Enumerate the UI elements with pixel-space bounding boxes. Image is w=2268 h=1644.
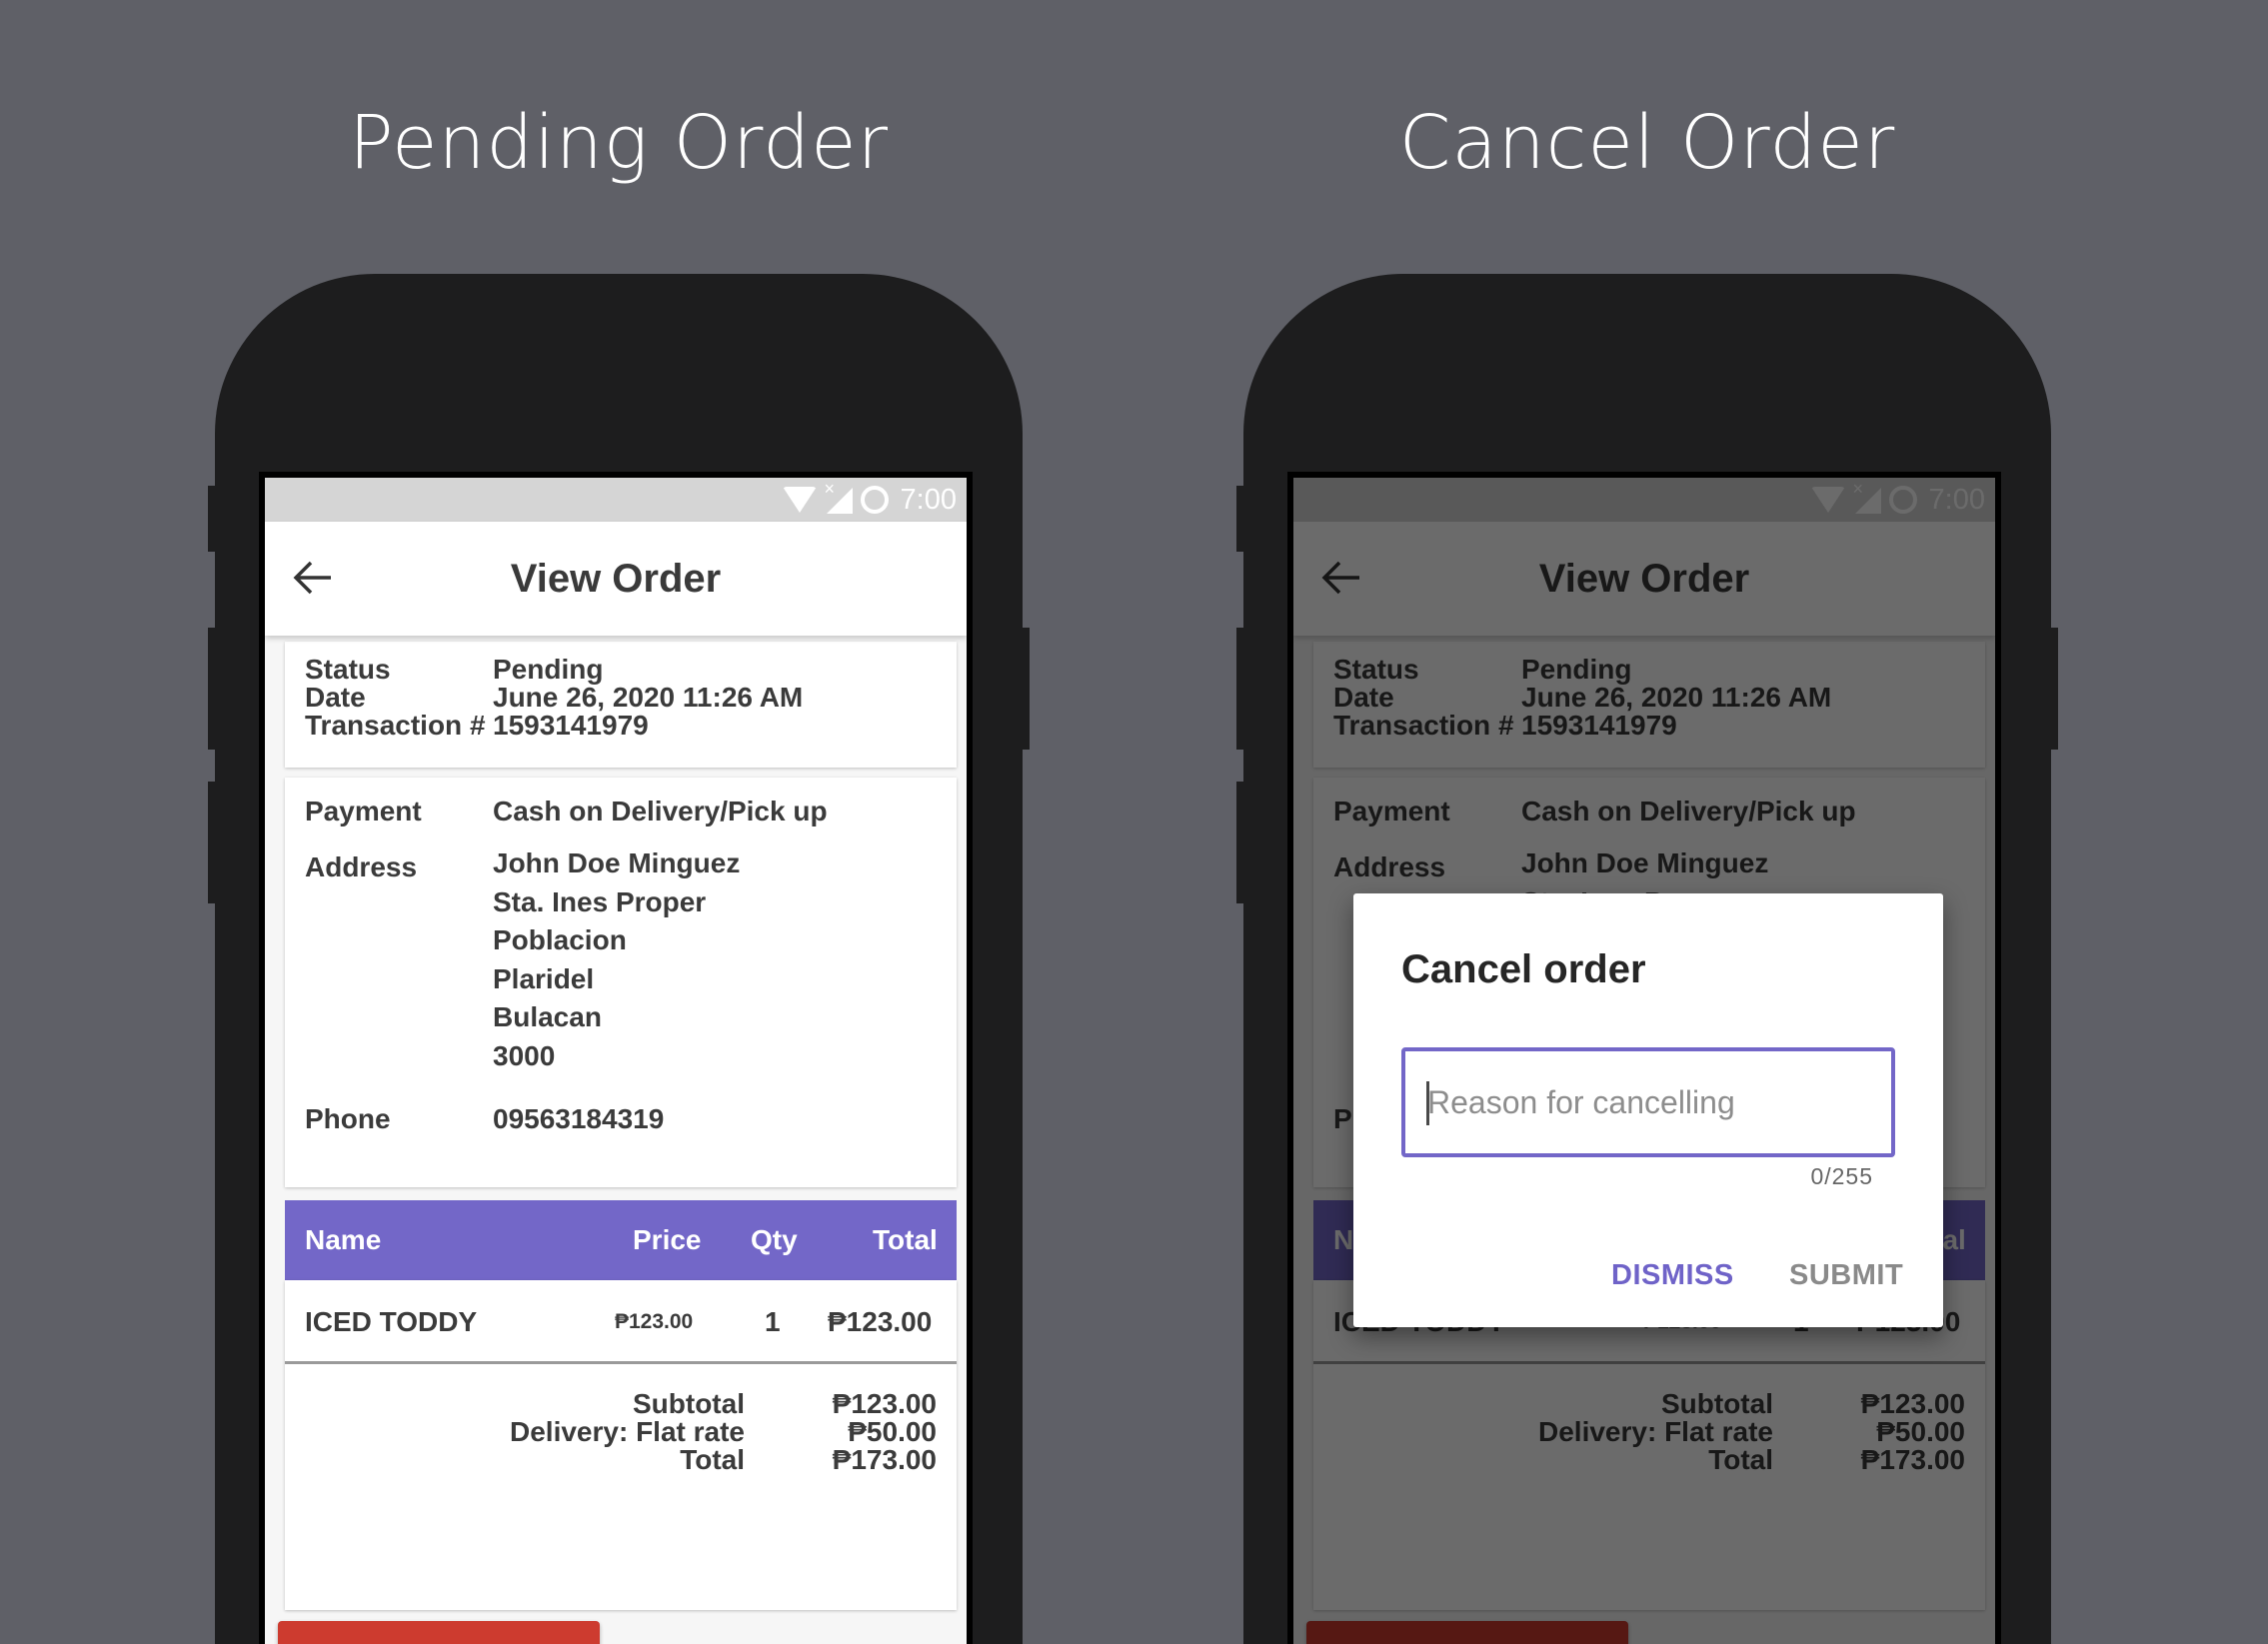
- item-name: ICED TODDY: [305, 1306, 478, 1337]
- character-counter: 0/255: [1810, 1163, 1873, 1189]
- phone-side-button: [208, 628, 215, 750]
- transaction-value: 1593141979: [493, 710, 649, 741]
- column-header-qty: Qty: [751, 1224, 798, 1255]
- app-bar: View Order: [265, 522, 967, 636]
- transaction-label: Transaction #: [305, 710, 486, 741]
- phone-side-button: [1236, 486, 1243, 552]
- dismiss-button[interactable]: DISMISS: [1611, 1259, 1734, 1292]
- phone-side-button: [2051, 628, 2058, 750]
- total-value: ₱173.00: [832, 1444, 937, 1475]
- wifi-icon: [782, 487, 817, 513]
- signal-icon: ×: [825, 480, 853, 514]
- view-order-screen: × 7:00 View Order Status Pending Date Ju…: [1293, 478, 1995, 1644]
- cancel-order-button[interactable]: CANCEL ORDER: [278, 1621, 600, 1644]
- payment-value: Cash on Delivery/Pick up: [493, 796, 828, 826]
- order-summary-card: Status Pending Date June 26, 2020 11:26 …: [285, 642, 957, 768]
- delivery-details-card: Payment Cash on Delivery/Pick up Address…: [285, 778, 957, 1187]
- address-line: John Doe Minguez: [493, 847, 741, 878]
- phone-label: Phone: [305, 1103, 391, 1134]
- item-qty: 1: [765, 1306, 781, 1337]
- phone-side-button: [1236, 628, 1243, 750]
- phone-frame-pending: × 7:00 View Order Status Pending Date Ju…: [208, 274, 1030, 1644]
- submit-button[interactable]: SUBMIT: [1789, 1259, 1903, 1292]
- phone-value: 09563184319: [493, 1103, 665, 1134]
- phone-screen: × 7:00 View Order Status Pending Date Ju…: [1287, 472, 2001, 1644]
- address-label: Address: [305, 851, 418, 882]
- address-line: 3000: [493, 1039, 556, 1071]
- address-line: Plaridel: [493, 962, 595, 994]
- phone-side-button: [1236, 782, 1243, 903]
- status-bar: × 7:00: [265, 478, 967, 522]
- items-table: ICED TODDY ₱123.00 1 ₱123.00 Subtotal ₱1…: [285, 1280, 957, 1610]
- cancel-reason-input[interactable]: [1401, 1047, 1895, 1157]
- column-header-name: Name: [305, 1224, 382, 1255]
- payment-label: Payment: [305, 796, 422, 826]
- address-line: Poblacion: [493, 924, 627, 955]
- item-price: ₱123.00: [615, 1310, 694, 1333]
- status-time: 7:00: [900, 483, 957, 516]
- address-line: Sta. Ines Proper: [493, 885, 707, 917]
- view-order-screen: × 7:00 View Order Status Pending Date Ju…: [265, 478, 967, 1644]
- back-arrow-icon[interactable]: [293, 560, 333, 596]
- cancel-order-dialog: Cancel order 0/255 DISMISS SUBMIT: [1353, 893, 1943, 1327]
- text-cursor: [1426, 1081, 1429, 1125]
- address-value: John Doe Minguez Sta. Ines Proper Poblac…: [493, 844, 740, 1075]
- panel-heading-cancel: Cancel Order: [1398, 100, 1896, 186]
- phone-screen: × 7:00 View Order Status Pending Date Ju…: [259, 472, 973, 1644]
- battery-icon: [860, 486, 889, 514]
- divider: [285, 1361, 957, 1364]
- items-table-header: Name Price Qty Total: [285, 1200, 957, 1280]
- total-label: Total: [680, 1444, 745, 1475]
- dialog-title: Cancel order: [1401, 947, 1646, 991]
- panel-heading-pending: Pending Order: [348, 100, 890, 186]
- page-title: View Order: [510, 556, 722, 601]
- phone-frame-cancel: × 7:00 View Order Status Pending Date Ju…: [1236, 274, 2058, 1644]
- column-header-total: Total: [873, 1224, 938, 1255]
- phone-side-button: [1023, 628, 1030, 750]
- phone-side-button: [208, 486, 215, 552]
- item-total: ₱123.00: [828, 1306, 933, 1337]
- column-header-price: Price: [633, 1224, 702, 1255]
- phone-side-button: [208, 782, 215, 903]
- address-line: Bulacan: [493, 1001, 602, 1032]
